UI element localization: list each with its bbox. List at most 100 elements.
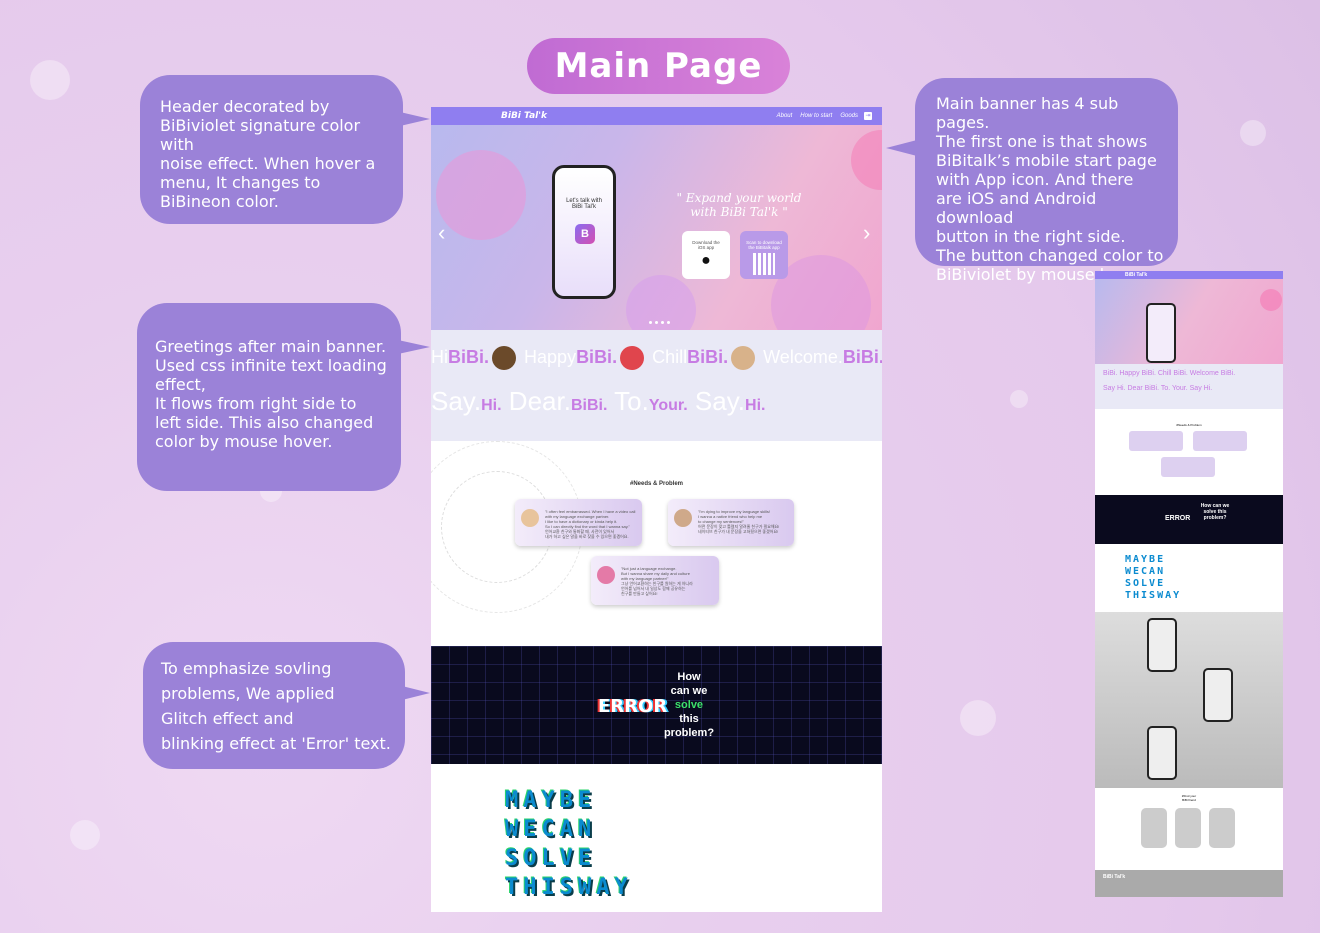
bubble-shape: [851, 130, 882, 190]
avatar: [597, 566, 615, 584]
bokeh-dot: [1240, 120, 1266, 146]
thumb-card: [1129, 431, 1183, 451]
android-button-label: Scan to download the BiBitalk app: [746, 240, 782, 250]
qr-code-icon: [753, 253, 775, 275]
thumb-friend-card: [1141, 808, 1167, 848]
chevron-left-icon[interactable]: ‹: [438, 220, 445, 246]
thumb-greet-row-2: Say Hi. Dear BiBi. To. Your. Say Hi.: [1103, 385, 1213, 392]
greet-bibi: BiBi.: [842, 346, 882, 367]
greet-word: Dear.: [508, 386, 571, 416]
greeting-row-1[interactable]: HiBiBi. HappyBiBi. ChillBiBi. Welcome.Bi…: [431, 346, 882, 370]
greet-word: Say.: [431, 386, 482, 416]
pixel-text-line: THISWAY: [505, 875, 633, 900]
greet-bibi: BiBi.: [687, 346, 729, 367]
greet-word: Hi: [431, 346, 448, 367]
greeting-row-2[interactable]: Say.Hi. Dear.BiBi. To.Your. Say.Hi.: [431, 386, 765, 417]
note-banner: Main banner has 4 sub pages. The first o…: [915, 78, 1178, 284]
need-card-text: "I often feel embarrassed. When I have a…: [545, 509, 636, 539]
app-icon: B: [575, 224, 595, 244]
note-tail: [402, 686, 430, 700]
thumb-error-text: ERROR: [1165, 515, 1191, 522]
phone-start-text: Let's talk with BiBi Tal'k: [566, 198, 602, 210]
slide-indicators[interactable]: [649, 321, 670, 324]
need-card-text: "Not just a language exchange. But I wan…: [621, 566, 693, 596]
thumb-pixel-line: WECAN: [1125, 566, 1166, 577]
thumb-error: ERROR How can we solve this problem?: [1095, 495, 1283, 544]
pixel-text-line: MAYBE: [505, 788, 597, 813]
thumb-phone: [1147, 618, 1177, 672]
thumb-pixel-line: MAYBE: [1125, 554, 1166, 565]
thumb-friend-card: [1209, 808, 1235, 848]
thumb-bubble: [1260, 289, 1282, 311]
emoji-avatar-icon: [731, 346, 756, 370]
note-greetings: Greetings after main banner. Used css in…: [137, 303, 401, 491]
greet-word: To.: [614, 386, 649, 416]
note-header-text: Header decorated by BiBiviolet signature…: [160, 97, 376, 211]
menu-item-how-to-start[interactable]: How to start: [800, 113, 832, 119]
chevron-right-icon[interactable]: ›: [863, 220, 870, 246]
header-menu: About How to start Goods: [777, 113, 858, 119]
phone-mockup: Let's talk with BiBi Tal'k B: [552, 165, 616, 299]
greet-word: Happy: [524, 346, 577, 367]
note-tail: [886, 140, 917, 156]
thumb-pixel-line: THISWAY: [1125, 590, 1182, 601]
solve-question: How can we solve this problem?: [663, 671, 715, 739]
maybe-section: MAYBE WECAN SOLVE THISWAY: [431, 764, 882, 912]
thumb-needs-title: #Needs & Problem: [1176, 423, 1202, 427]
page-title: Main Page: [527, 38, 790, 94]
greet-bibi: Hi.: [745, 397, 766, 414]
avatar: [521, 509, 539, 527]
error-glitch-text[interactable]: ERROR: [598, 696, 667, 717]
need-card[interactable]: "I'm dying to improve my language skills…: [668, 499, 794, 546]
pixel-text-line: SOLVE: [505, 846, 597, 871]
ios-download-button[interactable]: Download the iOS app ●: [682, 231, 730, 279]
greetings-section: HiBiBi. HappyBiBi. ChillBiBi. Welcome.Bi…: [431, 330, 882, 441]
site-logo[interactable]: BiBi Tal'k: [501, 111, 547, 121]
note-error: To emphasize sovling problems, We applie…: [143, 642, 405, 769]
greet-bibi: Hi.: [481, 397, 502, 414]
site-header: BiBi Tal'k About How to start Goods ⇥: [431, 107, 882, 125]
greet-bibi: BiBi.: [576, 346, 618, 367]
full-page-thumbnail: BiBi Tal'k BiBi. Happy BiBi. Chill BiBi.…: [1095, 271, 1283, 897]
menu-item-goods[interactable]: Goods: [840, 113, 858, 119]
note-header: Header decorated by BiBiviolet signature…: [140, 75, 403, 224]
thumb-friends: #Find your BiBi friend: [1095, 788, 1283, 870]
greet-word: Chill: [652, 346, 688, 367]
android-download-button[interactable]: Scan to download the BiBitalk app: [740, 231, 788, 279]
thumb-pixel-line: SOLVE: [1125, 578, 1166, 589]
emoji-avatar-icon: [492, 346, 517, 370]
thumb-feature-section: [1095, 612, 1283, 788]
thumb-friend-card: [1175, 808, 1201, 848]
greet-word: Welcome.: [763, 346, 843, 367]
main-banner: Let's talk with BiBi Tal'k B " Expand yo…: [431, 125, 882, 330]
thumb-phone: [1146, 303, 1176, 363]
thumb-phone: [1203, 668, 1233, 722]
greet-word: Say.: [694, 386, 746, 416]
thumb-question: How can we solve this problem?: [1200, 503, 1230, 521]
need-card[interactable]: "Not just a language exchange. But I wan…: [591, 556, 719, 605]
note-greetings-text: Greetings after main banner. Used css in…: [155, 337, 387, 451]
bokeh-dot: [70, 820, 100, 850]
thumb-footer: BiBi Tal'k: [1095, 870, 1283, 897]
main-page-mockup: BiBi Tal'k About How to start Goods ⇥ Le…: [431, 107, 882, 912]
need-card-text: "I'm dying to improve my language skills…: [698, 509, 780, 534]
pixel-text-line: WECAN: [505, 817, 597, 842]
login-icon[interactable]: ⇥: [864, 112, 872, 120]
thumb-friends-title: #Find your BiBi friend: [1181, 794, 1197, 802]
note-banner-text: Main banner has 4 sub pages. The first o…: [936, 94, 1164, 284]
menu-item-about[interactable]: About: [777, 113, 793, 119]
note-tail: [398, 340, 430, 354]
thumb-greetings: BiBi. Happy BiBi. Chill BiBi. Welcome Bi…: [1095, 364, 1283, 409]
thumb-greet-row-1: BiBi. Happy BiBi. Chill BiBi. Welcome Bi…: [1103, 370, 1236, 377]
needs-problem-section: #Needs & Problem "I often feel embarrass…: [431, 441, 882, 646]
need-card[interactable]: "I often feel embarrassed. When I have a…: [515, 499, 642, 546]
ios-button-label: Download the iOS app: [692, 240, 720, 250]
bokeh-dot: [960, 700, 996, 736]
thumb-banner: [1095, 279, 1283, 364]
bokeh-dot: [30, 60, 70, 100]
greet-bibi: BiBi.: [570, 397, 608, 414]
thumb-needs: #Needs & Problem: [1095, 409, 1283, 495]
greet-bibi: BiBi.: [448, 346, 490, 367]
avatar: [674, 509, 692, 527]
note-tail: [400, 112, 430, 126]
